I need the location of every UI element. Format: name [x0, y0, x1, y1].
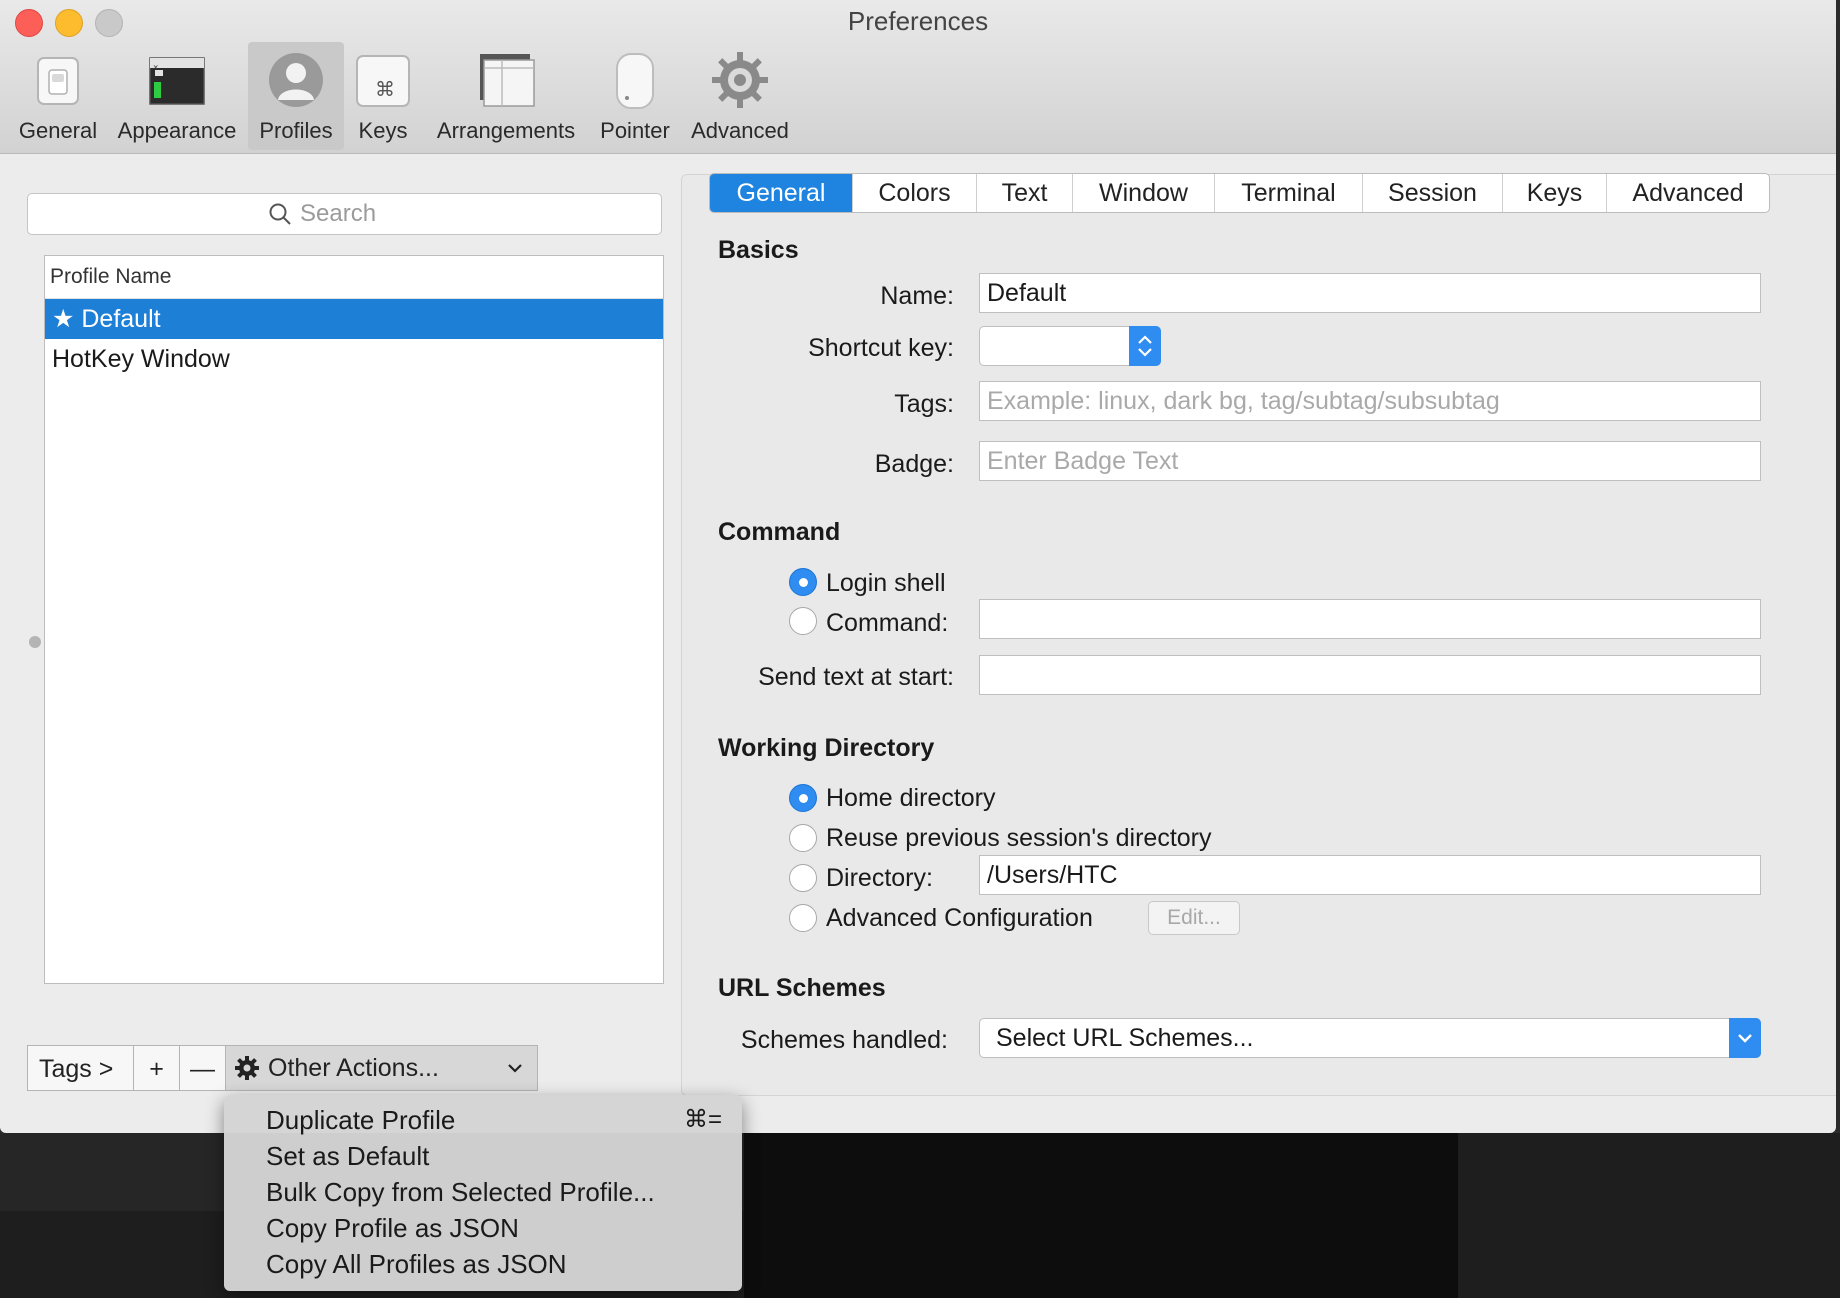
profile-name-field[interactable]: Default: [979, 273, 1761, 313]
url-schemes-select[interactable]: Select URL Schemes...: [979, 1018, 1761, 1058]
toolbar-arrangements[interactable]: Arrangements: [428, 42, 584, 150]
toolbar-label: General: [18, 118, 98, 143]
gear-icon: [712, 52, 768, 108]
toolbar-advanced[interactable]: Advanced: [686, 42, 794, 150]
profile-tabs: General Colors Text Window Terminal Sess…: [709, 173, 1770, 213]
shortcut-key-label: Shortcut key:: [808, 334, 954, 362]
duplicate-shortcut: ⌘=: [683, 1106, 722, 1133]
menu-duplicate-profile[interactable]: Duplicate Profile: [266, 1105, 455, 1136]
switch-icon: [37, 57, 79, 105]
add-profile-button[interactable]: +: [133, 1045, 179, 1091]
profile-actions-bar: Tags > + — Other Actions...: [27, 1045, 538, 1093]
tab-window[interactable]: Window: [1073, 174, 1215, 212]
command-label: Command:: [826, 609, 949, 637]
terminal-window-behind: [744, 1133, 1458, 1298]
directory-label: Directory:: [826, 864, 933, 892]
advanced-configuration-label: Advanced Configuration: [826, 904, 1093, 932]
directory-radio[interactable]: [789, 864, 817, 892]
window-title: Preferences: [847, 6, 989, 36]
toolbar-label: Appearance: [117, 118, 237, 143]
toolbar-appearance[interactable]: × Appearance: [112, 42, 242, 150]
shortcut-key-select[interactable]: [979, 326, 1161, 366]
tags-toggle-button[interactable]: Tags >: [27, 1045, 133, 1091]
badge-field[interactable]: Enter Badge Text: [979, 441, 1761, 481]
advanced-configuration-radio[interactable]: [789, 904, 817, 932]
toolbar-label: Keys: [358, 118, 408, 143]
terminal-window-icon: ×: [149, 57, 205, 105]
profiles-sidebar: Search Profile Name ★ Default HotKey Win…: [0, 154, 680, 1133]
home-directory-radio[interactable]: [789, 784, 817, 812]
remove-profile-button[interactable]: —: [179, 1045, 225, 1091]
svg-text:×: ×: [153, 63, 158, 73]
tab-colors[interactable]: Colors: [853, 174, 977, 212]
search-placeholder: Search: [300, 200, 377, 227]
toolbar-label: Pointer: [600, 118, 670, 143]
other-actions-button[interactable]: Other Actions...: [225, 1045, 538, 1091]
tags-field[interactable]: Example: linux, dark bg, tag/subtag/subs…: [979, 381, 1761, 421]
schemes-handled-label: Schemes handled:: [740, 1026, 948, 1054]
tab-text[interactable]: Text: [977, 174, 1073, 212]
login-shell-label: Login shell: [826, 569, 946, 597]
title-toolbar: Preferences General × Appearance Profile…: [0, 0, 1836, 154]
login-shell-radio[interactable]: [789, 568, 817, 596]
directory-field[interactable]: /Users/HTC: [979, 855, 1761, 895]
toolbar-profiles[interactable]: Profiles: [248, 42, 344, 150]
command-field[interactable]: [979, 599, 1761, 639]
menu-set-as-default[interactable]: Set as Default: [266, 1141, 429, 1172]
profile-name-column-header[interactable]: Profile Name: [45, 256, 663, 299]
other-actions-menu: Duplicate Profile ⌘= Set as Default Bulk…: [224, 1095, 742, 1291]
command-heading: Command: [718, 518, 841, 546]
split-view-handle[interactable]: [29, 636, 41, 648]
send-text-label: Send text at start:: [758, 663, 954, 691]
send-text-field[interactable]: [979, 655, 1761, 695]
tab-advanced[interactable]: Advanced: [1607, 174, 1769, 212]
chevron-down-icon: [508, 1064, 522, 1073]
tags-label: Tags:: [894, 390, 954, 418]
search-icon: [269, 203, 291, 225]
stepper-arrows: [1129, 326, 1161, 366]
profile-list: Profile Name ★ Default HotKey Window: [44, 255, 664, 984]
window-arrangement-icon: [480, 54, 535, 107]
tab-general[interactable]: General: [710, 174, 853, 212]
toolbar-label: Advanced: [691, 118, 789, 143]
profile-row-default[interactable]: ★ Default: [45, 299, 663, 339]
user-silhouette-icon: [269, 53, 323, 107]
other-actions-label: Other Actions...: [268, 1053, 439, 1082]
home-directory-label: Home directory: [826, 784, 996, 812]
toolbar-label: Profiles: [259, 118, 333, 143]
gear-icon: [235, 1056, 259, 1080]
command-radio[interactable]: [789, 607, 817, 635]
menu-copy-all-profiles-json[interactable]: Copy All Profiles as JSON: [266, 1249, 567, 1280]
badge-label: Badge:: [874, 450, 954, 478]
profile-search-input[interactable]: Search: [27, 193, 662, 235]
working-directory-heading: Working Directory: [718, 734, 935, 762]
chevron-down-icon: [1738, 1034, 1752, 1043]
svg-text:⌘: ⌘: [375, 77, 395, 101]
url-schemes-value: Select URL Schemes...: [996, 1024, 1254, 1052]
preferences-window: Preferences General × Appearance Profile…: [0, 0, 1836, 1133]
name-label: Name:: [880, 282, 954, 310]
mouse-icon: [616, 53, 654, 109]
tab-terminal[interactable]: Terminal: [1215, 174, 1363, 212]
menu-copy-profile-json[interactable]: Copy Profile as JSON: [266, 1213, 519, 1244]
menu-bulk-copy[interactable]: Bulk Copy from Selected Profile...: [266, 1177, 655, 1208]
toolbar-label: Arrangements: [436, 118, 576, 143]
command-key-icon: ⌘: [356, 55, 410, 107]
basics-heading: Basics: [718, 236, 799, 264]
tab-session[interactable]: Session: [1363, 174, 1503, 212]
toolbar-pointer[interactable]: Pointer: [592, 42, 678, 150]
tab-keys[interactable]: Keys: [1503, 174, 1607, 212]
profile-row-hotkey-window[interactable]: HotKey Window: [45, 339, 663, 379]
reuse-directory-label: Reuse previous session's directory: [826, 824, 1212, 852]
reuse-directory-radio[interactable]: [789, 824, 817, 852]
toolbar-general[interactable]: General: [8, 42, 108, 150]
edit-advanced-configuration-button[interactable]: Edit...: [1148, 901, 1240, 935]
dropdown-arrow: [1729, 1018, 1761, 1058]
url-schemes-heading: URL Schemes: [718, 974, 886, 1002]
toolbar-keys[interactable]: ⌘ Keys: [350, 42, 416, 150]
up-down-chevron-icon: [1138, 335, 1152, 357]
